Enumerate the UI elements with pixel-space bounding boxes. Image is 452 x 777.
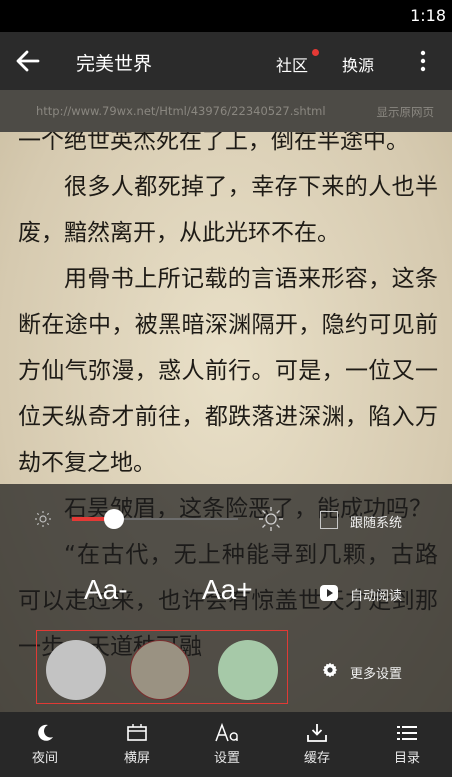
chapter-paragraph: 一个绝世英杰死在了上，倒在半途中。 [18, 132, 409, 154]
book-title: 完美世界 [76, 53, 153, 75]
tab-label: 横屏 [123, 751, 150, 766]
source-url-bar: http://www.79wx.net/Html/43976/22340527.… [0, 90, 452, 132]
font-decrease-button[interactable]: Aa- [84, 574, 128, 606]
follow-system-label: 跟随系统 [350, 516, 403, 531]
more-vertical-icon[interactable] [416, 50, 430, 72]
auto-read-button[interactable]: 自动阅读 [350, 585, 402, 604]
moon-icon [38, 724, 53, 741]
download-icon [307, 724, 327, 742]
app-header: 完美世界 社区 换源 [0, 32, 452, 90]
source-url: http://www.79wx.net/Html/43976/22340527.… [36, 104, 326, 118]
show-original-button[interactable]: 显示原网页 [377, 104, 435, 120]
play-icon[interactable] [320, 584, 338, 602]
tab-landscape[interactable]: 横屏 [92, 712, 182, 777]
change-source-button[interactable]: 换源 [342, 52, 374, 76]
tab-label: 夜间 [31, 751, 58, 766]
bottom-toolbar: 夜间 横屏 设置 缓存 目录 [0, 712, 452, 777]
theme-swatch-gray[interactable] [46, 640, 106, 700]
tab-label: 设置 [213, 751, 240, 766]
theme-swatch-parchment[interactable] [130, 640, 190, 700]
list-icon [397, 726, 417, 740]
font-settings-icon [215, 722, 238, 742]
follow-system-checkbox[interactable] [320, 511, 338, 529]
gear-icon[interactable] [322, 662, 338, 678]
community-button[interactable]: 社区 [276, 52, 308, 76]
status-time: 1:18 [410, 6, 446, 25]
brightness-high-icon [259, 507, 283, 531]
brightness-slider-thumb[interactable] [103, 509, 124, 529]
more-settings-button[interactable]: 更多设置 [350, 663, 402, 682]
tab-label: 缓存 [303, 751, 330, 766]
chapter-paragraph: 很多人都死掉了，幸存下来的人也半废，黯然离开，从此光环不在。 [18, 174, 438, 246]
chapter-paragraph: 用骨书上所记载的言语来形容，这条断在途中，被黑暗深渊隔开，隐约可见前方仙气弥漫，… [18, 266, 438, 476]
tab-settings[interactable]: 设置 [182, 712, 272, 777]
tab-contents[interactable]: 目录 [362, 712, 452, 777]
notification-dot [312, 49, 319, 56]
tab-night[interactable]: 夜间 [0, 712, 90, 777]
landscape-icon [127, 724, 147, 741]
back-arrow-icon[interactable] [14, 47, 42, 75]
theme-swatch-green[interactable] [218, 640, 278, 700]
font-increase-button[interactable]: Aa+ [202, 574, 253, 606]
tab-cache[interactable]: 缓存 [272, 712, 362, 777]
tab-label: 目录 [393, 751, 420, 766]
status-bar: 1:18 [0, 0, 452, 32]
brightness-low-icon [35, 511, 51, 527]
